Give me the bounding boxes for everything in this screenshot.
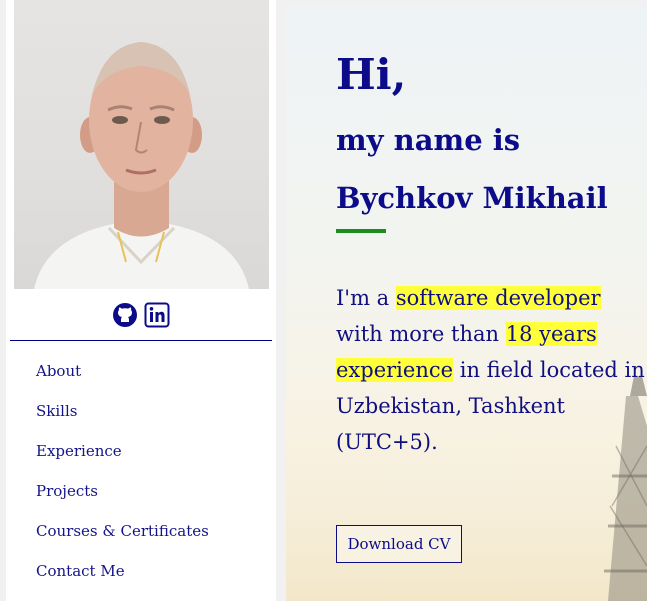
hero-section: Hi, my name is Bychkov Mikhail I'm a sof… xyxy=(286,6,647,601)
nav-item-about[interactable]: About xyxy=(36,360,209,400)
profile-photo xyxy=(14,0,269,289)
sidebar: About Skills Experience Projects Courses… xyxy=(6,0,276,601)
bio-paragraph: I'm a software developer with more than … xyxy=(336,280,646,460)
nav-item-projects[interactable]: Projects xyxy=(36,480,209,520)
linkedin-icon[interactable] xyxy=(144,302,170,328)
bio-experience-highlight: experience xyxy=(336,358,454,382)
sidebar-divider xyxy=(10,340,272,341)
bio-role-highlight: software developer xyxy=(395,286,601,310)
greeting: Hi, xyxy=(336,50,407,99)
bio-years-highlight: 18 years xyxy=(505,322,597,346)
bio-prefix: I'm a xyxy=(336,286,390,310)
profile-photo-image xyxy=(34,42,249,289)
bio-middle: with more than xyxy=(336,322,500,346)
social-links xyxy=(6,300,276,330)
nav-item-courses-certificates[interactable]: Courses & Certificates xyxy=(36,520,209,560)
developer-name: Bychkov Mikhail xyxy=(336,181,608,215)
nav-item-contact-me[interactable]: Contact Me xyxy=(36,560,209,600)
github-icon[interactable] xyxy=(112,302,138,328)
intro-text: my name is xyxy=(336,123,521,157)
nav-item-experience[interactable]: Experience xyxy=(36,440,209,480)
title-underline xyxy=(336,229,386,233)
sidebar-nav: About Skills Experience Projects Courses… xyxy=(36,360,209,600)
nav-item-skills[interactable]: Skills xyxy=(36,400,209,440)
download-cv-button[interactable]: Download CV xyxy=(336,525,462,563)
